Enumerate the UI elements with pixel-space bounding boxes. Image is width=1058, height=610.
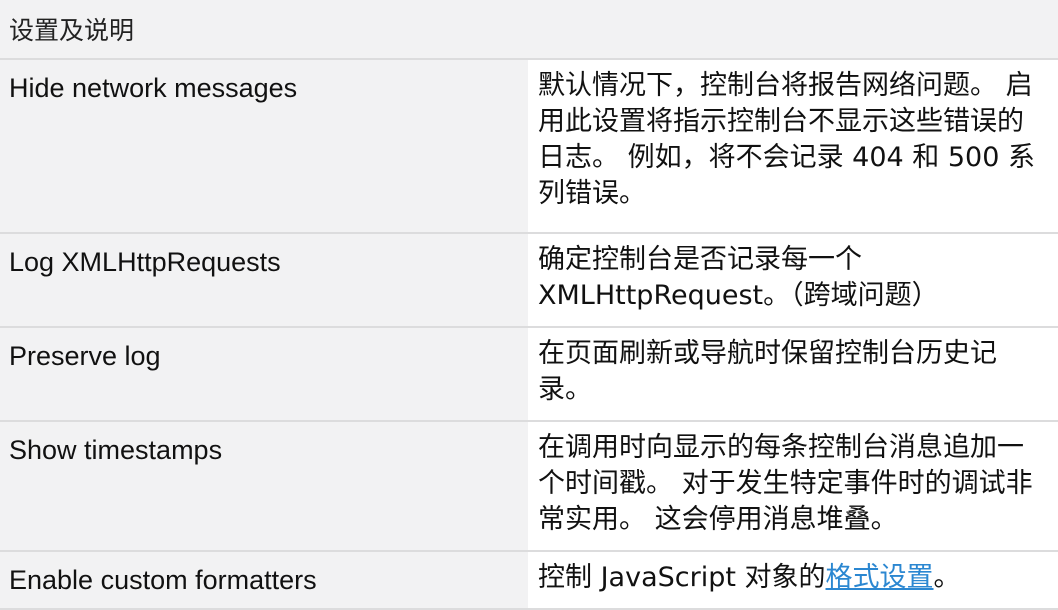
format-settings-link[interactable]: 格式设置 [826, 562, 934, 593]
description-suffix: 。 [933, 562, 961, 593]
setting-description: 控制 JavaScript 对象的格式设置。 [528, 551, 1058, 610]
table-header-row: 设置及说明 [0, 0, 1058, 60]
setting-description: 确定控制台是否记录每一个 XMLHttpRequest。（跨域问题） [528, 233, 1058, 328]
table-header: 设置及说明 [0, 0, 1058, 60]
table-row: Log XMLHttpRequests 确定控制台是否记录每一个 XMLHttp… [0, 233, 1058, 328]
setting-name: Enable custom formatters [0, 551, 528, 610]
table-row: Preserve log 在页面刷新或导航时保留控制台历史记录。 [0, 327, 1058, 422]
table-row: Hide network messages 默认情况下，控制台将报告网络问题。 … [0, 59, 1058, 234]
setting-description: 默认情况下，控制台将报告网络问题。 启用此设置将指示控制台不显示这些错误的日志。… [528, 59, 1058, 234]
table-row: Show timestamps 在调用时向显示的每条控制台消息追加一个时间戳。 … [0, 421, 1058, 552]
table-row: Enable custom formatters 控制 JavaScript 对… [0, 551, 1058, 610]
description-text: 控制 JavaScript 对象的 [538, 562, 826, 593]
setting-name: Preserve log [0, 327, 528, 422]
setting-name: Hide network messages [0, 59, 528, 234]
setting-description: 在调用时向显示的每条控制台消息追加一个时间戳。 对于发生特定事件时的调试非常实用… [528, 421, 1058, 552]
setting-description: 在页面刷新或导航时保留控制台历史记录。 [528, 327, 1058, 422]
settings-table: 设置及说明 Hide network messages 默认情况下，控制台将报告… [0, 0, 1058, 610]
setting-name: Log XMLHttpRequests [0, 233, 528, 328]
setting-name: Show timestamps [0, 421, 528, 552]
